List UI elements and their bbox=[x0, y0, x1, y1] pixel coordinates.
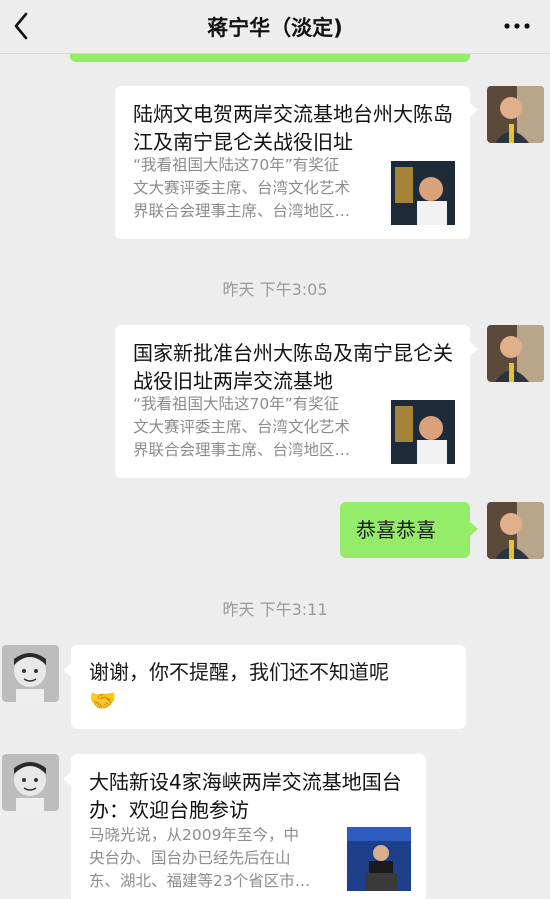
contact-avatar[interactable] bbox=[2, 645, 59, 702]
avatar[interactable] bbox=[487, 86, 544, 143]
contact-avatar[interactable] bbox=[2, 754, 59, 811]
card-thumbnail bbox=[347, 827, 411, 891]
sent-message-bubble[interactable]: 恭喜恭喜 bbox=[340, 502, 470, 558]
card-description-line: 东、湖北、福建等23个省区市… bbox=[89, 872, 311, 890]
message-text: 恭喜恭喜 bbox=[356, 518, 436, 542]
card-title: 陆炳文电贺两岸交流基地台州大陈岛江及南宁昆仑关战役旧址 bbox=[133, 102, 453, 154]
more-icon[interactable] bbox=[502, 14, 532, 38]
card-description-line: 界联合会理事主席、台湾地区… bbox=[133, 441, 351, 459]
bubble-tail bbox=[63, 772, 71, 786]
link-card-message[interactable]: 陆炳文电贺两岸交流基地台州大陈岛江及南宁昆仑关战役旧址 “我看祖国大陆这70年”… bbox=[115, 86, 470, 239]
link-card-message[interactable]: 国家新批准台州大陈岛及南宁昆仑关战役旧址两岸交流基地 “我看祖国大陆这70年”有… bbox=[115, 325, 470, 478]
timestamp: 昨天 下午3:05 bbox=[222, 280, 328, 299]
card-description-line: 界联合会理事主席、台湾地区… bbox=[133, 202, 351, 220]
card-description-line: “我看祖国大陆这70年”有奖征 bbox=[133, 156, 340, 174]
card-description-line: 央台办、国台办已经先后在山 bbox=[89, 849, 291, 867]
card-description-line: 文大赛评委主席、台湾文化艺术 bbox=[133, 179, 351, 197]
chat-header: 蒋宁华（淡定) bbox=[0, 0, 550, 54]
link-card-message[interactable]: 大陆新设4家海峡两岸交流基地国台办：欢迎台胞参访 马晓光说，从2009年至今，中… bbox=[71, 754, 426, 899]
card-description-line: 马晓光说，从2009年至今，中 bbox=[89, 826, 299, 844]
card-thumbnail bbox=[391, 400, 455, 464]
card-description-line: “我看祖国大陆这70年”有奖征 bbox=[133, 395, 340, 413]
bubble-tail bbox=[470, 522, 478, 536]
message-text: 谢谢，你不提醒，我们还不知道呢 bbox=[89, 660, 389, 684]
card-title: 大陆新设4家海峡两岸交流基地国台办：欢迎台胞参访 bbox=[89, 770, 402, 822]
avatar[interactable] bbox=[487, 325, 544, 382]
card-thumbnail bbox=[391, 161, 455, 225]
chat-title: 蒋宁华（淡定) bbox=[207, 16, 343, 40]
bubble-tail bbox=[470, 103, 478, 117]
card-description-line: 文大赛评委主席、台湾文化艺术 bbox=[133, 418, 351, 436]
avatar[interactable] bbox=[487, 502, 544, 559]
bubble-tail bbox=[470, 342, 478, 356]
bubble-tail bbox=[63, 663, 71, 677]
timestamp: 昨天 下午3:11 bbox=[222, 600, 328, 619]
received-message-bubble[interactable]: 谢谢，你不提醒，我们还不知道呢 🤝 bbox=[71, 645, 466, 729]
card-title: 国家新批准台州大陈岛及南宁昆仑关战役旧址两岸交流基地 bbox=[133, 341, 453, 393]
previous-message-bubble[interactable] bbox=[70, 54, 470, 62]
handshake-emoji: 🤝 bbox=[89, 689, 117, 714]
